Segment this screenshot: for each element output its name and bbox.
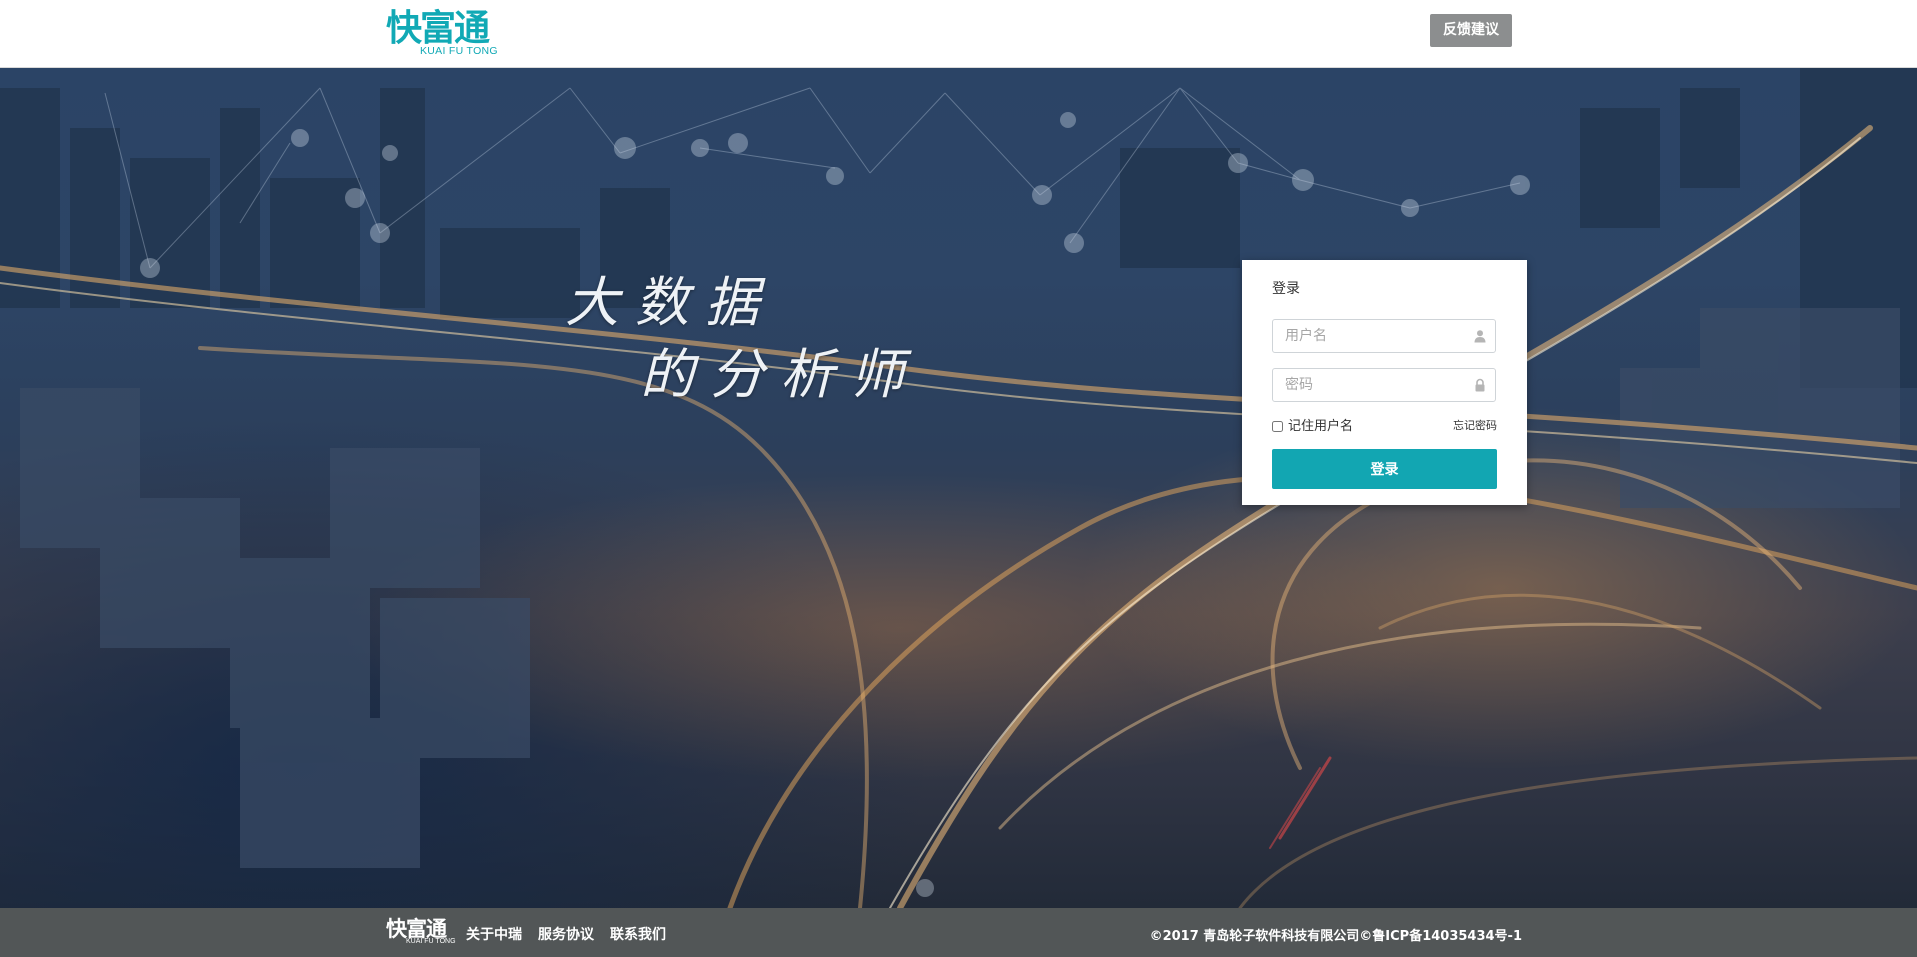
footer-link-about[interactable]: 关于中瑞 xyxy=(466,924,522,944)
remember-username-checkbox[interactable] xyxy=(1272,421,1283,432)
forgot-password-link[interactable]: 忘记密码 xyxy=(1453,418,1497,434)
brand-logo[interactable]: 快富通 KUAI FU TONG xyxy=(386,10,516,58)
footer-link-contact[interactable]: 联系我们 xyxy=(610,924,666,944)
brand-logo-subtitle: KUAI FU TONG xyxy=(420,45,498,57)
user-icon xyxy=(1474,330,1486,343)
footer: 快富通 KUAI FU TONG 关于中瑞 服务协议 联系我们 ©2017 青岛… xyxy=(0,908,1917,957)
footer-logo-text: 快富通 xyxy=(386,917,447,941)
footer-logo-subtitle: KUAI FU TONG xyxy=(406,938,456,945)
username-input[interactable] xyxy=(1273,320,1475,352)
password-field[interactable] xyxy=(1272,368,1496,402)
hero-slogan-line1: 大数据 xyxy=(565,271,775,334)
login-title: 登录 xyxy=(1272,281,1300,297)
password-input[interactable] xyxy=(1273,369,1475,401)
remember-row: 记住用户名 忘记密码 xyxy=(1272,418,1497,436)
copyright-text: ©2017 青岛轮子软件科技有限公司©鲁ICP备14035434号-1 xyxy=(1149,929,1522,944)
login-button[interactable]: 登录 xyxy=(1272,449,1497,489)
city-background-image xyxy=(0,68,1917,908)
footer-logo: 快富通 KUAI FU TONG xyxy=(386,918,458,948)
brand-logo-text: 快富通 xyxy=(386,8,490,49)
remember-username-label[interactable]: 记住用户名 xyxy=(1288,418,1353,436)
feedback-button[interactable]: 反馈建议 xyxy=(1430,14,1512,47)
hero-slogan-line2: 的分析师 xyxy=(640,343,920,406)
login-panel: 登录 记住用户名 忘记密码 登录 xyxy=(1242,260,1527,505)
footer-link-agreement[interactable]: 服务协议 xyxy=(538,924,594,944)
username-field[interactable] xyxy=(1272,319,1496,353)
header: 快富通 KUAI FU TONG 反馈建议 xyxy=(0,0,1917,68)
login-page: 快富通 KUAI FU TONG 反馈建议 大数据 的分析师 登录 用户名 记住… xyxy=(0,0,1917,957)
hero-background: 大数据 的分析师 xyxy=(0,68,1917,908)
lock-icon xyxy=(1475,378,1485,392)
